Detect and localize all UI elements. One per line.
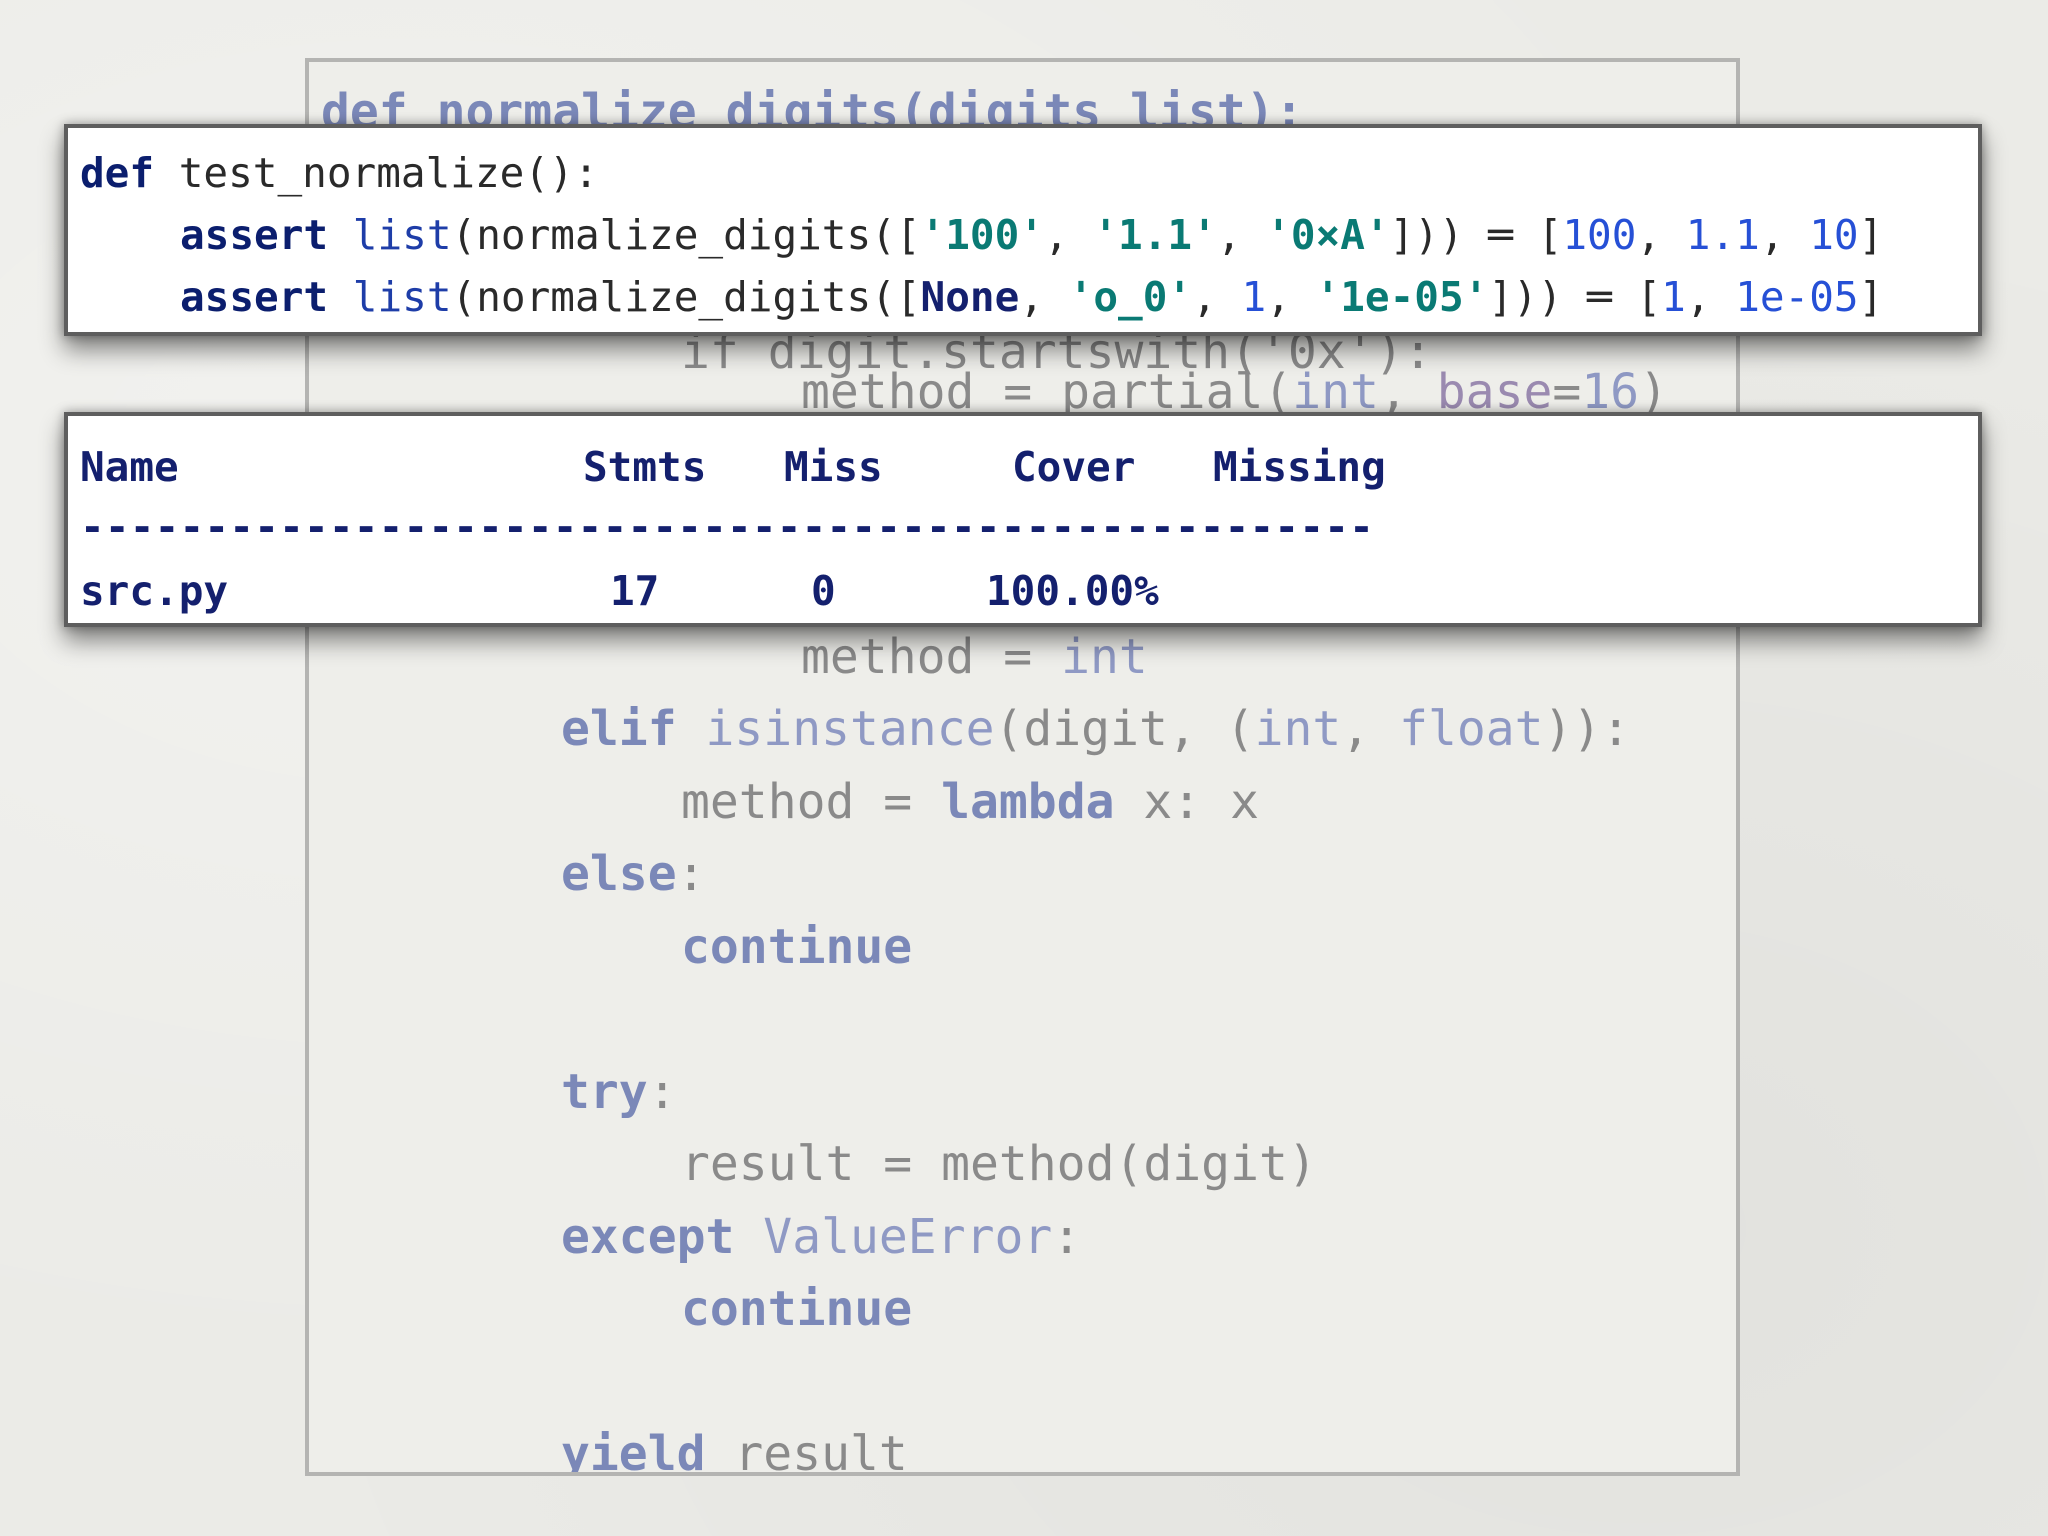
test-number: 1.1 (1685, 211, 1760, 259)
source-builtin: isinstance (705, 701, 995, 757)
test-line-2: assert list(normalize_digits(['100', '1.… (180, 210, 1883, 260)
test-text: ])) ═ [ (1488, 273, 1662, 321)
source-text: (digit, ( (994, 701, 1255, 757)
test-code-card: def test_normalize(): assert list(normal… (64, 124, 1982, 336)
coverage-header-name: Name (80, 443, 179, 491)
test-string: '100' (920, 211, 1044, 259)
test-line-3: assert list(normalize_digits([None, 'o_0… (180, 272, 1883, 322)
test-number: 100 (1562, 211, 1637, 259)
source-text: : (647, 1064, 677, 1120)
test-text: ])) ═ [ (1389, 211, 1563, 259)
test-text: (normalize_digits([ (451, 273, 921, 321)
source-text (734, 1209, 763, 1265)
source-line-19: yield result (561, 1424, 908, 1476)
source-keyword: continue (681, 1281, 913, 1337)
source-text: x: x (1114, 774, 1259, 830)
test-builtin: list (352, 211, 452, 259)
source-keyword: try (561, 1064, 648, 1120)
test-string: '0×A' (1266, 211, 1390, 259)
source-line-9: elif isinstance(digit, (int, float)): (561, 699, 1630, 759)
test-text: test_normalize(): (154, 149, 599, 197)
source-line-16: except ValueError: (561, 1207, 1081, 1267)
coverage-cover-value: 100.00% (986, 567, 1159, 615)
test-text: , (1636, 211, 1686, 259)
coverage-report-card: Name Stmts Miss Cover Missing ----------… (64, 412, 1982, 627)
test-keyword: assert (180, 273, 329, 321)
source-builtin: int (1061, 629, 1148, 685)
test-text: , (1266, 273, 1316, 321)
test-text: ] (1858, 273, 1884, 321)
test-text: ] (1858, 211, 1884, 259)
test-text: , (1019, 273, 1069, 321)
source-builtin: ValueError (763, 1209, 1053, 1265)
test-text (328, 211, 353, 259)
coverage-stmts-value: 17 (610, 567, 660, 615)
test-string: '1e-05' (1315, 273, 1489, 321)
test-number: 1 (1661, 273, 1686, 321)
source-keyword: lambda (941, 774, 1115, 830)
source-keyword: else (561, 846, 677, 902)
test-text: , (1759, 211, 1810, 259)
coverage-header-cover: Cover (1012, 443, 1136, 491)
coverage-header-stmts: Stmts (583, 443, 707, 491)
source-line-17: continue (681, 1279, 912, 1339)
test-keyword: assert (180, 211, 329, 259)
test-text: , (1685, 273, 1736, 321)
test-number: 10 (1809, 211, 1859, 259)
coverage-header-missing: Missing (1213, 443, 1386, 491)
coverage-miss-value: 0 (811, 567, 836, 615)
source-text: )): (1543, 701, 1631, 757)
test-text: (normalize_digits([ (451, 211, 921, 259)
source-text: result = method(digit) (681, 1136, 1317, 1192)
test-text (328, 273, 353, 321)
source-text: , (1341, 701, 1400, 757)
source-line-10: method = lambda x: x (681, 772, 1259, 832)
source-line-8: method = int (801, 627, 1148, 687)
source-text: method = (801, 629, 1062, 685)
source-text: result (705, 1426, 908, 1476)
test-string: 'o_0' (1068, 273, 1193, 321)
test-constant: None (920, 273, 1020, 321)
source-keyword: except (561, 1209, 735, 1265)
source-text (677, 701, 706, 757)
source-keyword: elif (561, 701, 677, 757)
test-text: , (1192, 273, 1242, 321)
test-text: , (1043, 211, 1094, 259)
source-line-11: else: (561, 844, 706, 904)
coverage-file-name: src.py (80, 567, 229, 615)
source-text: : (1052, 1209, 1082, 1265)
source-line-14: try: (561, 1062, 677, 1122)
coverage-header-miss: Miss (784, 443, 883, 491)
source-keyword: yield (561, 1426, 706, 1476)
test-keyword: def (80, 149, 155, 197)
source-builtin: float (1399, 701, 1544, 757)
test-number: 1 (1241, 273, 1267, 321)
source-line-15: result = method(digit) (681, 1134, 1317, 1194)
test-string: '1.1' (1093, 211, 1217, 259)
test-number: 1e-05 (1735, 273, 1859, 321)
source-text: method = (681, 774, 942, 830)
test-text: , (1216, 211, 1267, 259)
source-line-12: continue (681, 917, 912, 977)
coverage-divider: ----------------------------------------… (80, 503, 1374, 551)
source-builtin: int (1254, 701, 1342, 757)
test-line-1: def test_normalize(): (80, 148, 598, 198)
test-builtin: list (352, 273, 452, 321)
source-keyword: continue (681, 919, 913, 975)
source-text: : (676, 846, 706, 902)
